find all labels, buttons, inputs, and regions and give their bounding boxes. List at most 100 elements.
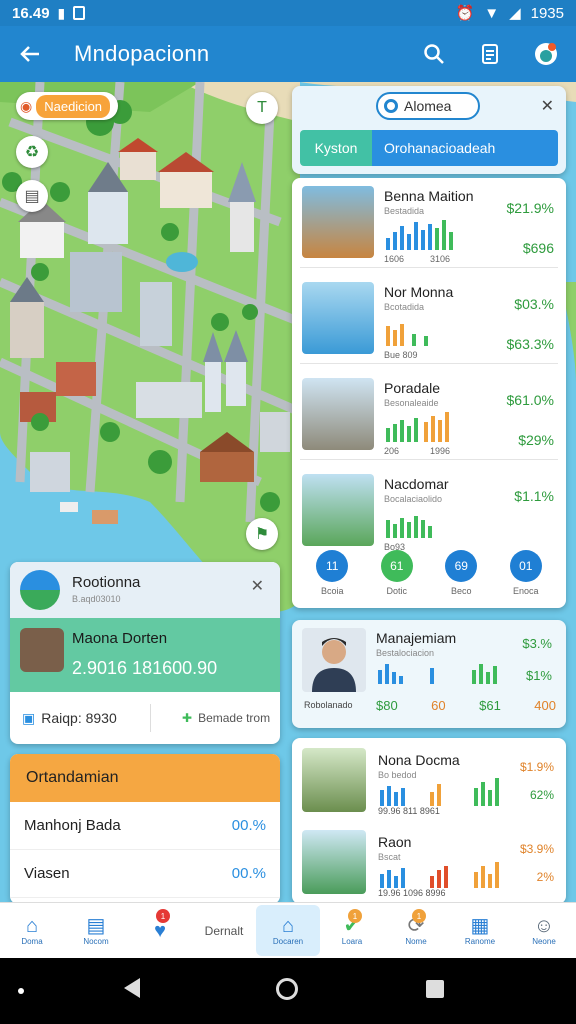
segment-right[interactable]: Orohanacioadeah [372, 130, 558, 166]
person-num: $80 [376, 698, 398, 713]
list-item[interactable]: Raon Bscat 19.96 1096 8996 $3.9% 2% [300, 824, 558, 904]
person-value: $1% [525, 668, 552, 683]
nav-item-sync[interactable]: ⟳ 1 Nome [384, 903, 448, 958]
system-back-icon[interactable] [124, 978, 140, 998]
info-left-action[interactable]: ▣ Raiqp: 8930 [22, 710, 117, 727]
nav-item-grid[interactable]: ▦ Ranome [448, 903, 512, 958]
house-thumbnail [20, 628, 64, 672]
close-icon[interactable]: ✕ [251, 576, 264, 596]
mini-bar-chart [386, 220, 453, 250]
search-value: Alomea [404, 98, 452, 114]
back-arrow-icon[interactable] [16, 40, 44, 68]
zoom-label: T [257, 99, 267, 116]
person-value: $3.% [522, 636, 552, 651]
mini-bar-chart [380, 862, 499, 888]
item-caption: 19.96 1096 8996 [378, 888, 446, 898]
battery-level: 1935 [530, 4, 564, 22]
place-value: $03.% [514, 296, 554, 312]
segment-control: Kyston Orohanacioadeah [300, 130, 558, 166]
mini-bar-chart [380, 778, 499, 806]
mini-bar-chart [386, 412, 449, 442]
grid-icon: ▦ [470, 915, 490, 937]
place-sub: Bcotadida [384, 302, 425, 312]
recycle-icon[interactable]: ♻ [16, 136, 48, 168]
system-nav-bar [0, 958, 576, 1024]
search-icon[interactable] [420, 40, 448, 68]
home-icon: ⌂ [25, 915, 39, 937]
segment-left[interactable]: Kyston [300, 130, 372, 166]
place-value: $29% [518, 432, 554, 448]
nav-item-profile[interactable]: ☺ Neone [512, 903, 576, 958]
place-thumbnail [302, 186, 374, 258]
stat-circle[interactable]: 01 Enoca [509, 550, 542, 596]
nav-item-home[interactable]: ⌂ Doma [0, 903, 64, 958]
system-home-icon[interactable] [276, 978, 298, 1000]
layers-icon[interactable]: ▤ [16, 180, 48, 212]
map-zoom-button[interactable]: T [246, 92, 278, 124]
place-thumbnail [302, 378, 374, 450]
item-value: 2% [536, 870, 554, 884]
search-input[interactable]: Alomea [376, 92, 480, 120]
vehicle-icon: ◉ [20, 97, 33, 114]
nav-item-calendar[interactable]: ▤ Nocom [64, 903, 128, 958]
item-name: Nona Docma [378, 752, 460, 768]
stat-circle[interactable]: 69 Beco [445, 550, 478, 596]
list-item[interactable]: Nona Docma Bo bedod 99.96 811 8961 $1.9%… [300, 742, 558, 822]
status-time: 16.49 [12, 4, 50, 22]
item-value: $3.9% [519, 842, 554, 856]
place-thumbnail [302, 830, 366, 894]
document-icon[interactable] [476, 40, 504, 68]
map-icon: ⌂ [281, 915, 295, 937]
nav-label: Dernalt [204, 923, 244, 938]
sim-icon: ▮ [57, 4, 66, 21]
stat-value: 11 [316, 550, 349, 582]
stat-label: Dotic [386, 586, 407, 596]
person-bar-chart [378, 664, 497, 684]
stat-circle[interactable]: 11 Bcoia [316, 550, 349, 596]
list-item[interactable]: Nacdomar Bocalaciaolido Bo93 $1.1% [300, 466, 558, 556]
info-card: Rootionna B.aqd03010 ✕ Maona Dorten 2.90… [10, 562, 280, 744]
map-filter-chip[interactable]: ◉ Naedicion [16, 92, 119, 120]
person-card[interactable]: Manajemiam Bestalociacion Robolanado $80… [292, 620, 566, 728]
profile-badge-icon[interactable] [532, 40, 560, 68]
notification-badge: 1 [156, 909, 170, 923]
close-icon[interactable]: ✕ [541, 96, 554, 116]
place-caption: 206 [384, 446, 400, 456]
locate-icon[interactable]: ⚑ [246, 518, 278, 550]
page-title: Mndopacionn [74, 41, 210, 66]
summary-row[interactable]: Viasen 00.% [10, 850, 280, 898]
nav-item-map[interactable]: ⌂ Docaren [256, 905, 320, 956]
stat-circle[interactable]: 61 Dotic [380, 550, 413, 596]
person-icon: ☺ [533, 915, 555, 937]
place-value: $61.0% [506, 392, 554, 408]
info-highlight[interactable]: Maona Dorten 2.9016 181600.90 [10, 618, 280, 692]
notification-badge: 1 [348, 909, 362, 923]
nav-label: Nocom [83, 937, 109, 946]
info-subtitle: B.aqd03010 [72, 594, 121, 604]
place-caption: 1606 [384, 254, 405, 264]
nav-item-default[interactable]: Dernalt [192, 903, 256, 958]
summary-card: Ortandamian Manhonj Bada 00.% Viasen 00.… [10, 754, 280, 904]
item-caption: 99.96 811 8961 [378, 806, 440, 816]
place-caption: 1996 [430, 446, 451, 456]
info-right-action[interactable]: ✚ Bemade trom [182, 711, 270, 725]
system-recents-icon[interactable] [426, 980, 444, 998]
summary-label: Viasen [24, 865, 70, 882]
status-bar: 16.49 ▮ ⏰ ▼ ◢ 1935 [0, 0, 576, 26]
list-item[interactable]: Benna Maition Bestadida 1606 3106 $21.9%… [300, 178, 558, 268]
summary-row[interactable]: Manhonj Bada 00.% [10, 802, 280, 850]
item-value: $1.9% [519, 760, 554, 774]
place-value: $1.1% [514, 488, 554, 504]
bottom-nav: ⌂ Doma ▤ Nocom ♥ 1 Dernalt ⌂ Docaren ✔ 1… [0, 902, 576, 958]
app-bar: Mndopacionn [0, 26, 576, 82]
list-item[interactable]: Poradale Besonaleaide 206 1996 $61.0% $2… [300, 370, 558, 460]
nav-item-favorites[interactable]: ♥ 1 [128, 903, 192, 958]
list-item[interactable]: Nor Monna Bcotadida Bue 809 $03.% $63.3% [300, 274, 558, 364]
nav-item-tasks[interactable]: ✔ 1 Loara [320, 903, 384, 958]
info-mid-name: Maona Dorten [72, 630, 168, 647]
info-left-label: Raiqp: 8930 [41, 710, 117, 726]
brand-logo [20, 570, 60, 610]
nav-label: Loara [341, 937, 363, 946]
search-panel: Alomea ✕ Kyston Orohanacioadeah [292, 86, 566, 174]
place-sub: Besonaleaide [384, 398, 439, 408]
